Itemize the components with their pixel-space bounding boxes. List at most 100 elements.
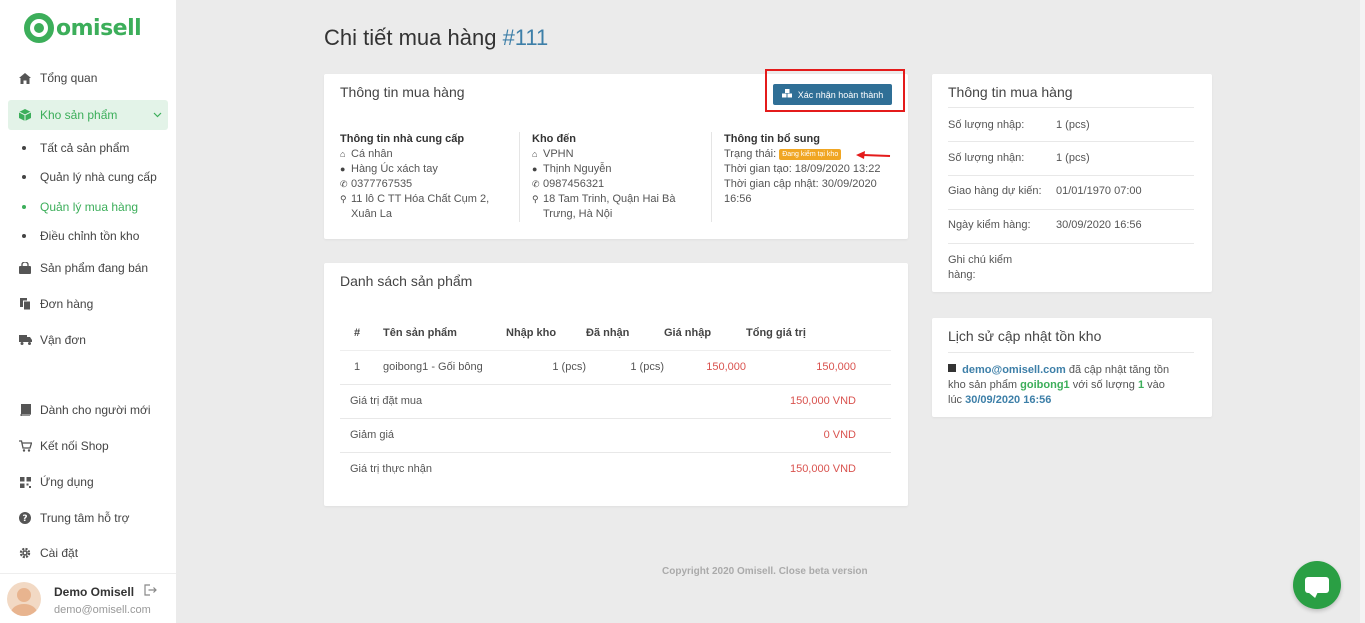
sidebar-subitem-label: Quản lý mua hàng — [40, 200, 139, 214]
summary-label: Giá trị đặt mua — [340, 384, 746, 419]
summary-row: Giá trị đặt mua 150,000 VND — [340, 384, 891, 419]
sidebar-item-warehouse[interactable]: Kho sản phẩm — [8, 100, 168, 130]
truck-icon — [18, 333, 32, 347]
cart-icon — [18, 439, 32, 453]
purchase-summary-card: Thông tin mua hàng Số lượng nhập: 1 (pcs… — [932, 74, 1212, 292]
chevron-down-icon — [153, 110, 162, 121]
column-divider — [519, 132, 520, 222]
status-label: Trạng thái: — [724, 148, 777, 160]
warehouse-address: 18 Tam Trinh, Quận Hai Bà Trưng, Hà Nội — [543, 193, 676, 220]
sidebar-item-shipping[interactable]: Vận đơn — [8, 325, 168, 355]
supplier-name: Hàng Úc xách tay — [351, 163, 438, 175]
received-qty: 1 (pcs) — [586, 350, 664, 385]
sidebar-item-label: Sản phẩm đang bán — [40, 261, 149, 275]
summary-value: 150,000 VND — [789, 463, 856, 476]
sidebar-item-apps[interactable]: Ứng dụng — [8, 467, 168, 497]
avatar[interactable] — [7, 582, 41, 616]
history-entry: demo@omisell.com đã cập nhật tăng tồn kh… — [948, 363, 1178, 408]
stock-history-card: Lịch sử cập nhật tồn kho demo@omisell.co… — [932, 318, 1212, 417]
history-text: với số lượng — [1072, 379, 1135, 391]
sidebar-item-label: Tổng quan — [40, 71, 98, 85]
sidebar-subitem-all-products[interactable]: Tất cả sản phẩm — [22, 138, 129, 158]
history-product[interactable]: goibong1 — [1020, 379, 1070, 391]
user-name: Demo Omisell — [54, 585, 135, 599]
summary-label: Số lượng nhận: — [948, 152, 1025, 164]
history-email[interactable]: demo@omisell.com — [962, 364, 1066, 376]
row-index: 1 — [340, 350, 366, 385]
sidebar-item-orders[interactable]: Đơn hàng — [8, 289, 168, 319]
divider — [948, 175, 1194, 176]
updated-time: Thời gian cập nhật: 30/09/2020 16:56 — [724, 178, 877, 205]
scrollbar[interactable] — [1360, 0, 1365, 623]
extra-info: Thông tin bổ sung Trạng thái: Đang kiểm t… — [724, 132, 899, 207]
warehouse-name: VPHN — [543, 148, 574, 160]
divider — [948, 107, 1194, 108]
supplier-phone: 0377767535 — [351, 178, 413, 190]
sidebar-subitem-purchasing[interactable]: Quản lý mua hàng — [22, 197, 138, 217]
sidebar-subitem-stock-adjust[interactable]: Điều chỉnh tồn kho — [22, 226, 139, 246]
history-time: 30/09/2020 16:56 — [965, 394, 1052, 406]
purchase-number: #111 — [502, 25, 549, 50]
bullet-dot — [22, 234, 26, 238]
sidebar-item-connect-shop[interactable]: Kết nối Shop — [8, 431, 168, 461]
column-header: Giá nhập — [664, 317, 746, 351]
user-icon: ● — [340, 164, 346, 174]
logo-text: omisell — [56, 15, 142, 41]
sidebar-subitem-label: Quản lý nhà cung cấp — [40, 170, 157, 184]
summary-value: 150,000 VND — [746, 384, 856, 419]
phone-icon: ✆ — [532, 179, 540, 189]
warehouse-phone-line: ✆ 0987456321 — [532, 177, 700, 192]
brand-logo[interactable]: omisell — [24, 13, 142, 43]
user-icon: ● — [532, 164, 538, 174]
sidebar-item-help-center[interactable]: ? Trung tâm hỗ trợ — [8, 503, 168, 533]
sidebar: omisell Tổng quan Kho sản phẩm Tất cả sả… — [0, 0, 176, 623]
sidebar-item-label: Cài đặt — [40, 546, 79, 560]
import-price: 150,000 — [664, 350, 746, 385]
spacer-cell — [856, 384, 891, 419]
sidebar-item-label: Đơn hàng — [40, 297, 94, 311]
sidebar-item-settings[interactable]: Cài đặt — [8, 538, 168, 568]
supplier-phone-line: ✆ 0377767535 — [340, 177, 500, 192]
supplier-address-line: ⚲ 11 lô C TT Hóa Chất Cụm 2, Xuân La — [340, 192, 500, 222]
summary-label: Giao hàng dự kiến: — [948, 185, 1042, 197]
divider — [948, 209, 1194, 210]
column-header-spacer — [856, 317, 891, 351]
spacer-cell — [856, 452, 891, 486]
status-badge: Đang kiểm tại kho — [779, 149, 842, 160]
sidebar-item-overview[interactable]: Tổng quan — [8, 63, 168, 93]
product-name: goibong1 - Gối bông — [366, 350, 506, 385]
sidebar-item-label: Trung tâm hỗ trợ — [40, 511, 130, 525]
summary-value: 1 (pcs) — [1056, 119, 1090, 131]
column-header: Nhập kho — [506, 317, 586, 351]
qrcode-icon — [18, 475, 32, 489]
sidebar-item-label: Ứng dụng — [40, 475, 94, 489]
shop-icon — [18, 261, 32, 275]
warehouse-contact-line: ● Thịnh Nguyễn — [532, 162, 700, 177]
import-qty: 1 (pcs) — [506, 350, 586, 385]
logout-icon[interactable] — [144, 584, 157, 599]
sidebar-subitem-suppliers[interactable]: Quản lý nhà cung cấp — [22, 167, 157, 187]
supplier-info: Thông tin nhà cung cấp ⌂ Cá nhân ● Hàng Úc… — [340, 132, 500, 222]
red-arrow-annotation — [856, 151, 891, 159]
warehouse-contact: Thịnh Nguyễn — [543, 163, 612, 175]
sidebar-item-newcomers[interactable]: Dành cho người mới — [8, 395, 168, 425]
page-title: Chi tiết mua hàng #111 — [324, 25, 548, 51]
table-row[interactable]: 1 goibong1 - Gối bông 1 (pcs) 1 (pcs) 15… — [340, 350, 891, 385]
supplier-name-line: ● Hàng Úc xách tay — [340, 162, 500, 177]
sidebar-item-label: Kết nối Shop — [40, 439, 109, 453]
summary-label: Giá trị thực nhận — [350, 463, 432, 476]
home-icon: ⌂ — [340, 149, 346, 159]
summary-value: 1 (pcs) — [1056, 152, 1090, 164]
extra-title: Thông tin bổ sung — [724, 133, 820, 145]
map-marker-icon: ⚲ — [340, 194, 347, 204]
chat-button[interactable] — [1293, 561, 1341, 609]
sidebar-subitem-label: Tất cả sản phẩm — [40, 141, 130, 155]
bullet-dot — [22, 146, 26, 150]
bullet-dot — [22, 175, 26, 179]
spacer-cell — [856, 418, 891, 453]
table-header-row: # Tên sản phẩm Nhập kho Đã nhận Giá nhập… — [340, 317, 891, 351]
summary-value: 01/01/1970 07:00 — [1056, 185, 1142, 197]
chat-icon — [1305, 577, 1329, 593]
sidebar-item-selling-products[interactable]: Sản phẩm đang bán — [8, 253, 168, 283]
svg-text:?: ? — [22, 514, 27, 524]
